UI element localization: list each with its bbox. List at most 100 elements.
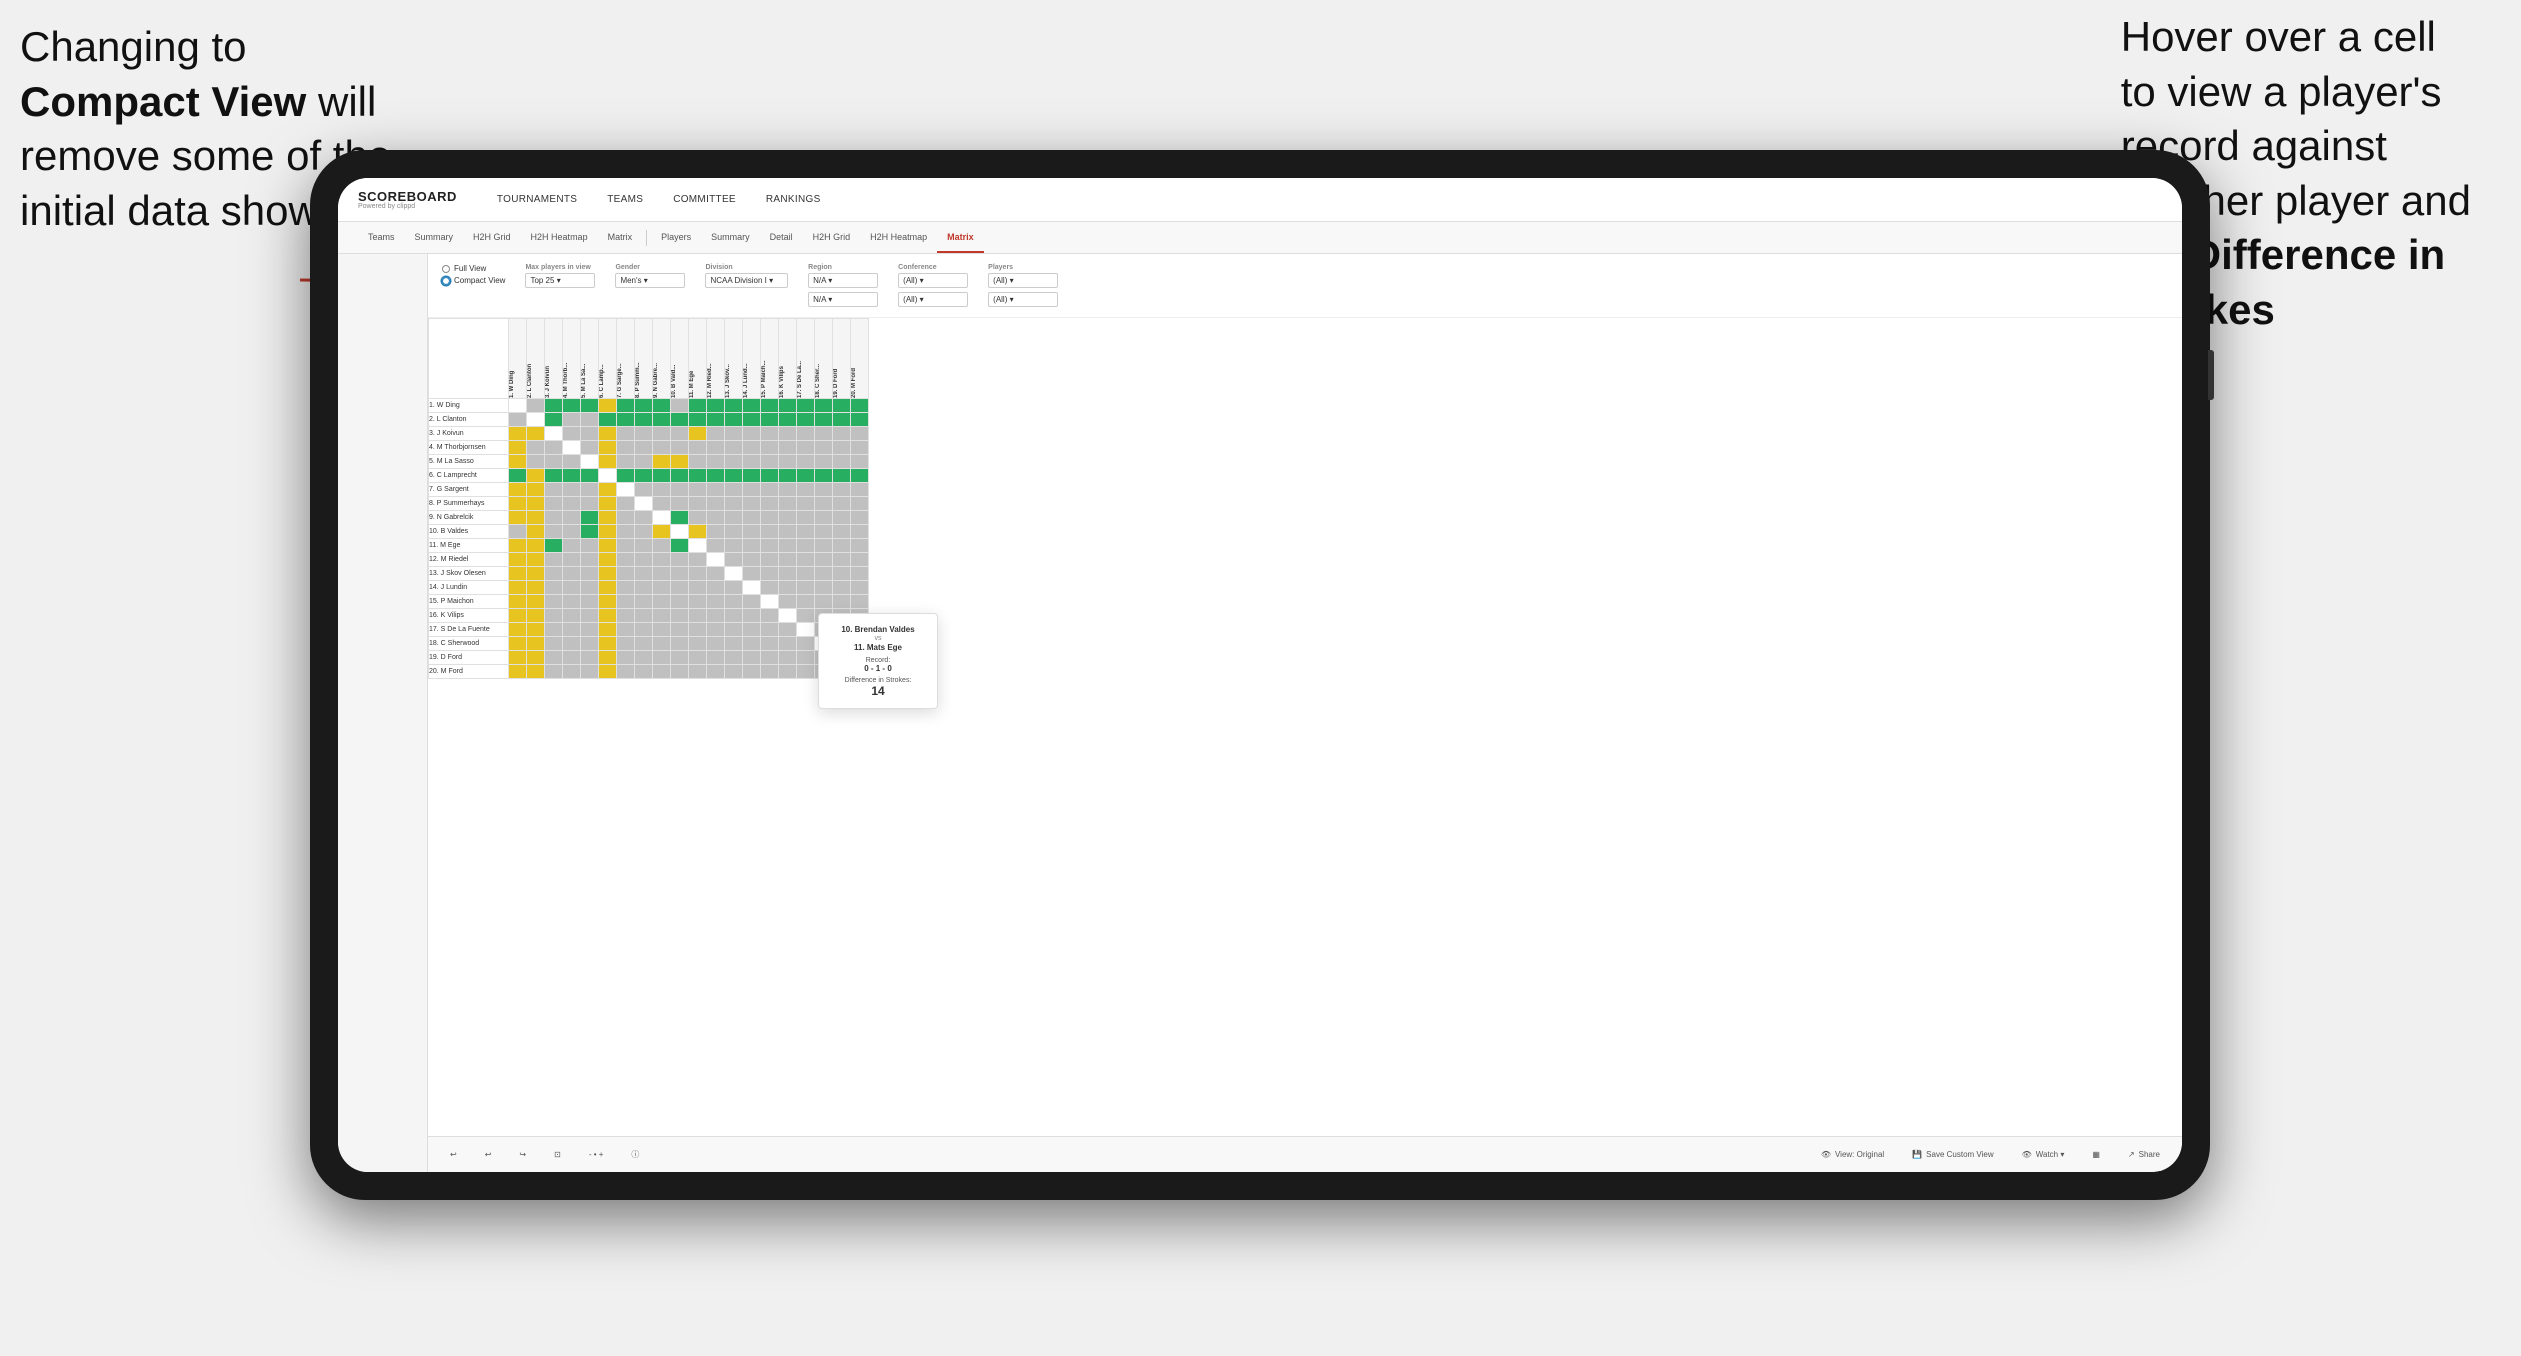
matrix-cell[interactable] — [671, 427, 689, 441]
matrix-cell[interactable] — [743, 665, 761, 679]
matrix-cell[interactable] — [797, 581, 815, 595]
matrix-cell[interactable] — [797, 483, 815, 497]
matrix-cell[interactable] — [617, 539, 635, 553]
matrix-cell[interactable] — [509, 609, 527, 623]
matrix-area[interactable]: 1. W Ding 2. L Clanton 3. J Koivun 4. M … — [428, 318, 2182, 1136]
matrix-cell[interactable] — [581, 441, 599, 455]
matrix-cell[interactable] — [599, 399, 617, 413]
matrix-cell[interactable] — [725, 441, 743, 455]
matrix-cell[interactable] — [635, 609, 653, 623]
matrix-cell[interactable] — [797, 539, 815, 553]
matrix-cell[interactable] — [671, 525, 689, 539]
matrix-cell[interactable] — [653, 637, 671, 651]
matrix-cell[interactable] — [779, 483, 797, 497]
matrix-cell[interactable] — [743, 525, 761, 539]
matrix-cell[interactable] — [545, 637, 563, 651]
matrix-cell[interactable] — [617, 469, 635, 483]
matrix-cell[interactable] — [581, 539, 599, 553]
matrix-cell[interactable] — [797, 441, 815, 455]
matrix-cell[interactable] — [797, 567, 815, 581]
matrix-cell[interactable] — [743, 455, 761, 469]
matrix-cell[interactable] — [743, 497, 761, 511]
matrix-cell[interactable] — [671, 595, 689, 609]
matrix-cell[interactable] — [797, 595, 815, 609]
matrix-cell[interactable] — [815, 469, 833, 483]
matrix-cell[interactable] — [689, 455, 707, 469]
save-custom-button[interactable]: 💾 Save Custom View — [1906, 1148, 1999, 1161]
matrix-cell[interactable] — [563, 455, 581, 469]
matrix-cell[interactable] — [689, 497, 707, 511]
matrix-cell[interactable] — [653, 623, 671, 637]
matrix-cell[interactable] — [563, 427, 581, 441]
view-original-button[interactable]: 👁 View: Original — [1815, 1148, 1890, 1161]
matrix-cell[interactable] — [833, 455, 851, 469]
matrix-cell[interactable] — [617, 567, 635, 581]
matrix-cell[interactable] — [761, 581, 779, 595]
matrix-cell[interactable] — [761, 497, 779, 511]
matrix-cell[interactable] — [545, 511, 563, 525]
matrix-cell[interactable] — [689, 651, 707, 665]
matrix-cell[interactable] — [725, 651, 743, 665]
matrix-cell[interactable] — [635, 399, 653, 413]
matrix-cell[interactable] — [509, 455, 527, 469]
matrix-cell[interactable] — [707, 483, 725, 497]
matrix-cell[interactable] — [779, 581, 797, 595]
matrix-cell[interactable] — [833, 595, 851, 609]
matrix-cell[interactable] — [797, 665, 815, 679]
matrix-cell[interactable] — [725, 427, 743, 441]
matrix-cell[interactable] — [527, 483, 545, 497]
matrix-cell[interactable] — [851, 483, 869, 497]
matrix-cell[interactable] — [653, 651, 671, 665]
matrix-cell[interactable] — [599, 637, 617, 651]
matrix-cell[interactable] — [851, 525, 869, 539]
matrix-cell[interactable] — [617, 525, 635, 539]
matrix-cell[interactable] — [743, 441, 761, 455]
matrix-cell[interactable] — [653, 609, 671, 623]
matrix-cell[interactable] — [509, 581, 527, 595]
players-select[interactable]: (All) ▾ — [988, 273, 1058, 288]
matrix-cell[interactable] — [761, 665, 779, 679]
matrix-cell[interactable] — [509, 441, 527, 455]
matrix-cell[interactable] — [725, 665, 743, 679]
matrix-cell[interactable] — [563, 399, 581, 413]
matrix-cell[interactable] — [689, 595, 707, 609]
matrix-cell[interactable] — [725, 399, 743, 413]
matrix-cell[interactable] — [509, 539, 527, 553]
matrix-cell[interactable] — [617, 511, 635, 525]
matrix-cell[interactable] — [833, 525, 851, 539]
matrix-cell[interactable] — [833, 497, 851, 511]
matrix-cell[interactable] — [527, 665, 545, 679]
info-button[interactable]: ⓘ — [625, 1147, 645, 1162]
matrix-cell[interactable] — [689, 539, 707, 553]
matrix-cell[interactable] — [761, 553, 779, 567]
matrix-cell[interactable] — [599, 511, 617, 525]
matrix-cell[interactable] — [617, 609, 635, 623]
matrix-cell[interactable] — [671, 665, 689, 679]
matrix-cell[interactable] — [815, 399, 833, 413]
matrix-cell[interactable] — [779, 539, 797, 553]
matrix-cell[interactable] — [653, 441, 671, 455]
matrix-cell[interactable] — [545, 553, 563, 567]
redo-button[interactable]: ↪ — [513, 1148, 532, 1161]
tab-players[interactable]: Players — [651, 222, 701, 253]
matrix-cell[interactable] — [509, 553, 527, 567]
matrix-cell[interactable] — [635, 483, 653, 497]
matrix-cell[interactable] — [545, 567, 563, 581]
matrix-cell[interactable] — [563, 581, 581, 595]
matrix-cell[interactable] — [563, 469, 581, 483]
matrix-cell[interactable] — [707, 469, 725, 483]
matrix-cell[interactable] — [707, 441, 725, 455]
tab-h2h-grid1[interactable]: H2H Grid — [463, 222, 521, 253]
matrix-cell[interactable] — [635, 511, 653, 525]
matrix-cell[interactable] — [653, 525, 671, 539]
matrix-cell[interactable] — [635, 469, 653, 483]
tab-summary1[interactable]: Summary — [405, 222, 464, 253]
matrix-cell[interactable] — [725, 623, 743, 637]
matrix-cell[interactable] — [563, 441, 581, 455]
matrix-cell[interactable] — [797, 651, 815, 665]
matrix-cell[interactable] — [743, 609, 761, 623]
matrix-cell[interactable] — [599, 497, 617, 511]
matrix-cell[interactable] — [851, 581, 869, 595]
compact-view-option[interactable]: Compact View — [442, 276, 505, 285]
tab-matrix1[interactable]: Matrix — [598, 222, 643, 253]
